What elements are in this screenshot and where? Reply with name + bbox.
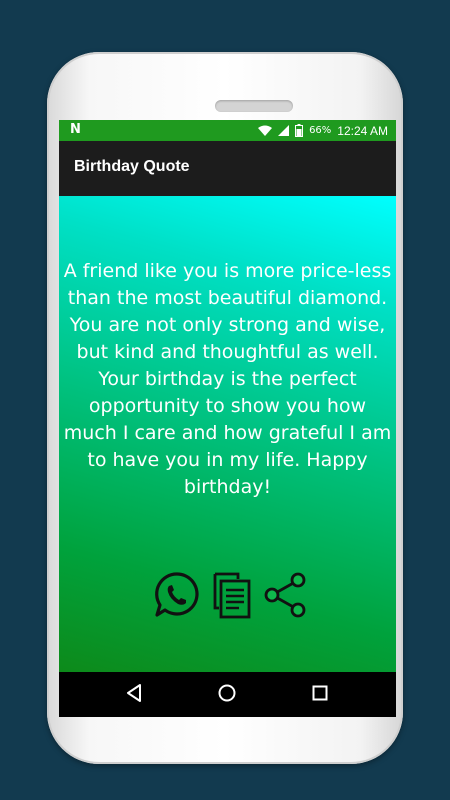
back-icon bbox=[127, 684, 141, 702]
copy-icon bbox=[213, 572, 251, 619]
recents-icon bbox=[312, 685, 328, 701]
app-bar: Birthday Quote bbox=[59, 141, 396, 196]
wifi-icon bbox=[258, 125, 273, 136]
battery-percent: 66% bbox=[309, 125, 332, 136]
share-icon bbox=[264, 572, 306, 618]
whatsapp-button[interactable] bbox=[153, 571, 201, 623]
navigation-bar bbox=[59, 672, 396, 717]
action-bar bbox=[153, 572, 309, 622]
back-button[interactable] bbox=[125, 683, 143, 707]
screen: N 66% 12:24 AM Birthday Quote A friend l… bbox=[59, 120, 396, 717]
share-button[interactable] bbox=[261, 571, 309, 623]
whatsapp-icon bbox=[155, 572, 199, 617]
home-button[interactable] bbox=[217, 683, 237, 707]
quote-card: A friend like you is more price-less tha… bbox=[59, 196, 396, 672]
status-bar: N 66% 12:24 AM bbox=[59, 120, 396, 141]
home-icon bbox=[218, 684, 236, 702]
copy-button[interactable] bbox=[209, 571, 253, 623]
signal-icon bbox=[278, 125, 290, 136]
status-icons: 66% 12:24 AM bbox=[258, 120, 388, 141]
quote-text: A friend like you is more price-less tha… bbox=[63, 260, 392, 498]
notification-icon: N bbox=[70, 122, 81, 137]
status-time: 12:24 AM bbox=[337, 123, 388, 138]
earpiece bbox=[215, 100, 293, 112]
recents-button[interactable] bbox=[310, 683, 330, 707]
app-title: Birthday Quote bbox=[74, 158, 190, 175]
battery-icon bbox=[295, 124, 304, 137]
